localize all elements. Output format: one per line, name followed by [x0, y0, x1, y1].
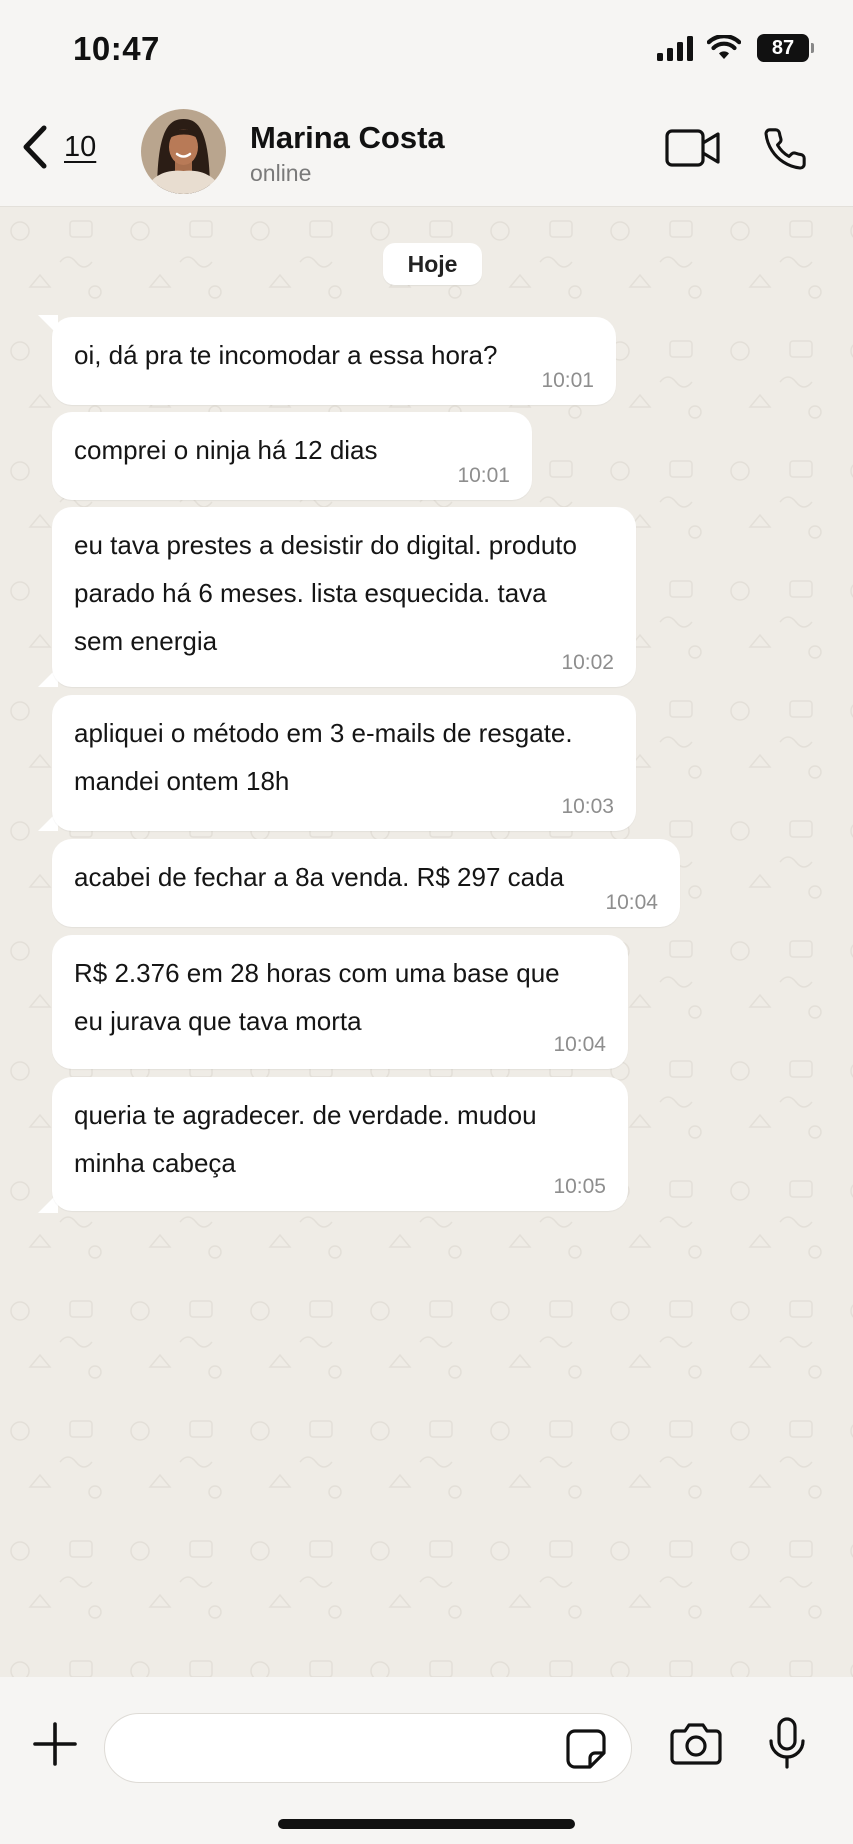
microphone-icon: [769, 1717, 805, 1769]
message-time: 10:03: [561, 795, 614, 818]
message-time: 10:01: [457, 464, 510, 487]
contact-name[interactable]: Marina Costa: [250, 120, 445, 156]
contact-status: online: [250, 160, 312, 186]
message-text: oi, dá pra te incomodar a essa hora?: [74, 340, 498, 370]
message-bubble[interactable]: eu tava prestes a desistir do digital. p…: [52, 507, 636, 687]
message-time: 10:04: [553, 1033, 606, 1056]
camera-icon: [670, 1723, 722, 1765]
sticker-icon: [566, 1729, 606, 1769]
message-text: apliquei o método em 3 e-mails de resgat…: [74, 718, 573, 796]
microphone-button[interactable]: [768, 1717, 806, 1774]
back-chevron-icon: [23, 125, 47, 169]
message-text: queria te agradecer. de verdade. mudou m…: [74, 1100, 537, 1178]
message-time: 10:05: [553, 1175, 606, 1198]
chat-screen: 10:47 87 10 Marina Costa online Hoje oi,…: [0, 0, 853, 1844]
battery-level: 87: [771, 36, 795, 59]
voice-call-button[interactable]: [762, 126, 808, 177]
avatar[interactable]: [141, 109, 226, 194]
message-bubble[interactable]: acabei de fechar a 8a venda. R$ 297 cada…: [52, 839, 680, 927]
message-text: acabei de fechar a 8a venda. R$ 297 cada: [74, 862, 565, 892]
status-icons: 87: [657, 34, 814, 62]
message-time: 10:04: [605, 891, 658, 914]
plus-icon: [33, 1722, 77, 1766]
chat-header: 10 Marina Costa online: [0, 100, 853, 207]
camera-button[interactable]: [670, 1721, 722, 1770]
composer-bar: [0, 1677, 853, 1844]
message-text: R$ 2.376 em 28 horas com uma base que eu…: [74, 958, 560, 1036]
status-time: 10:47: [73, 30, 160, 67]
wifi-icon: [707, 35, 741, 59]
video-call-button[interactable]: [665, 128, 721, 173]
status-bar: 10:47 87: [0, 0, 853, 100]
message-bubble[interactable]: apliquei o método em 3 e-mails de resgat…: [52, 695, 636, 831]
sticker-button[interactable]: [565, 1728, 607, 1775]
unread-count: 10: [64, 130, 97, 163]
signal-icon: [657, 36, 693, 61]
message-bubble[interactable]: R$ 2.376 em 28 horas com uma base que eu…: [52, 935, 628, 1069]
message-text: eu tava prestes a desistir do digital. p…: [74, 530, 577, 656]
phone-icon: [764, 128, 806, 170]
message-bubble[interactable]: queria te agradecer. de verdade. mudou m…: [52, 1077, 628, 1211]
message-time: 10:01: [541, 369, 594, 392]
message-bubble[interactable]: oi, dá pra te incomodar a essa hora? 10:…: [52, 317, 616, 405]
date-separator: Hoje: [383, 243, 482, 285]
message-bubble[interactable]: comprei o ninja há 12 dias 10:01: [52, 412, 532, 500]
message-input[interactable]: [129, 1726, 533, 1772]
home-indicator[interactable]: [278, 1819, 575, 1829]
video-call-icon: [665, 129, 720, 167]
chat-area[interactable]: Hoje oi, dá pra te incomodar a essa hora…: [0, 207, 853, 1677]
contact-photo: [141, 109, 226, 194]
message-text: comprei o ninja há 12 dias: [74, 435, 378, 465]
message-time: 10:02: [561, 651, 614, 674]
back-button[interactable]: 10: [20, 124, 96, 170]
battery-icon: 87: [757, 34, 814, 62]
message-input-container[interactable]: [104, 1713, 632, 1783]
attach-button[interactable]: [32, 1721, 78, 1772]
